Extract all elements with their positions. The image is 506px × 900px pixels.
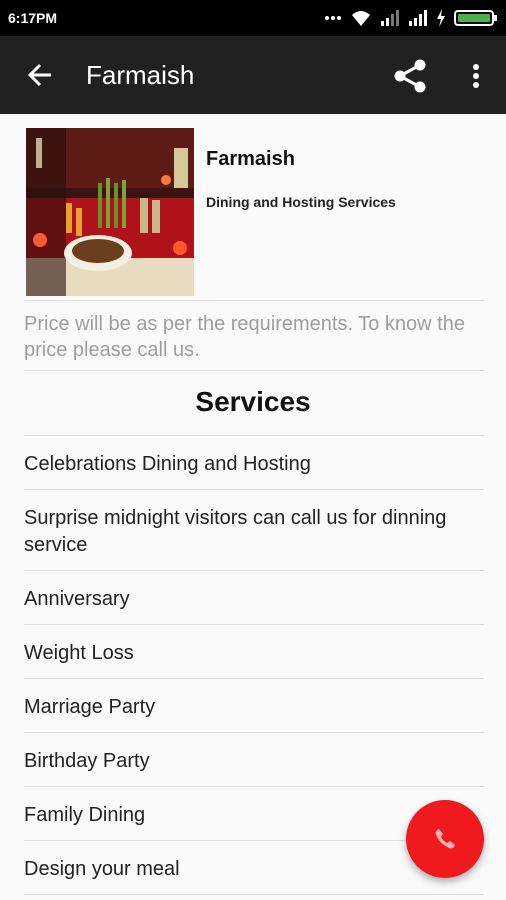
service-item[interactable]: Design your meal [24,856,474,883]
signal-icon-2 [409,10,427,26]
call-fab-button[interactable] [406,800,484,878]
divider [24,570,484,571]
share-button[interactable] [390,56,430,96]
more-options-button[interactable] [460,56,492,96]
business-thumbnail[interactable] [26,128,194,296]
app-bar: Farmaish [0,36,506,114]
phone-icon [435,829,455,849]
signal-icon [381,10,399,26]
service-item[interactable]: Family Dining [24,802,474,829]
back-arrow-icon [27,63,51,87]
divider [24,435,484,436]
service-item[interactable]: Anniversary [24,586,474,613]
status-icons [324,9,498,27]
divider [24,678,484,679]
price-note: Price will be as per the requirements. T… [24,313,465,361]
charging-icon [437,9,445,27]
service-item[interactable]: Celebrations Dining and Hosting [24,451,474,478]
service-item[interactable]: Weight Loss [24,640,474,667]
share-icon [394,59,426,93]
business-tagline: Dining and Hosting Services [206,194,396,210]
divider [24,732,484,733]
service-item[interactable]: Marriage Party [24,694,474,721]
divider [24,300,484,301]
divider [24,894,484,895]
battery-icon [454,10,497,26]
service-item[interactable]: Birthday Party [24,748,474,775]
services-heading: Services [195,386,311,417]
status-bar: 6:17PM [0,0,506,36]
wifi-icon [352,11,370,26]
back-button[interactable] [22,57,58,93]
divider [24,624,484,625]
service-item[interactable]: Surprise midnight visitors can call us f… [24,505,474,559]
app-bar-title: Farmaish [86,60,195,90]
status-time: 6:17PM [8,10,58,26]
divider [24,786,484,787]
more-vert-icon [473,64,479,88]
more-notifications-icon [325,16,341,20]
divider [24,489,484,490]
business-name: Farmaish [206,148,295,170]
divider [24,370,484,371]
business-header: Farmaish Dining and Hosting Services [26,128,486,298]
